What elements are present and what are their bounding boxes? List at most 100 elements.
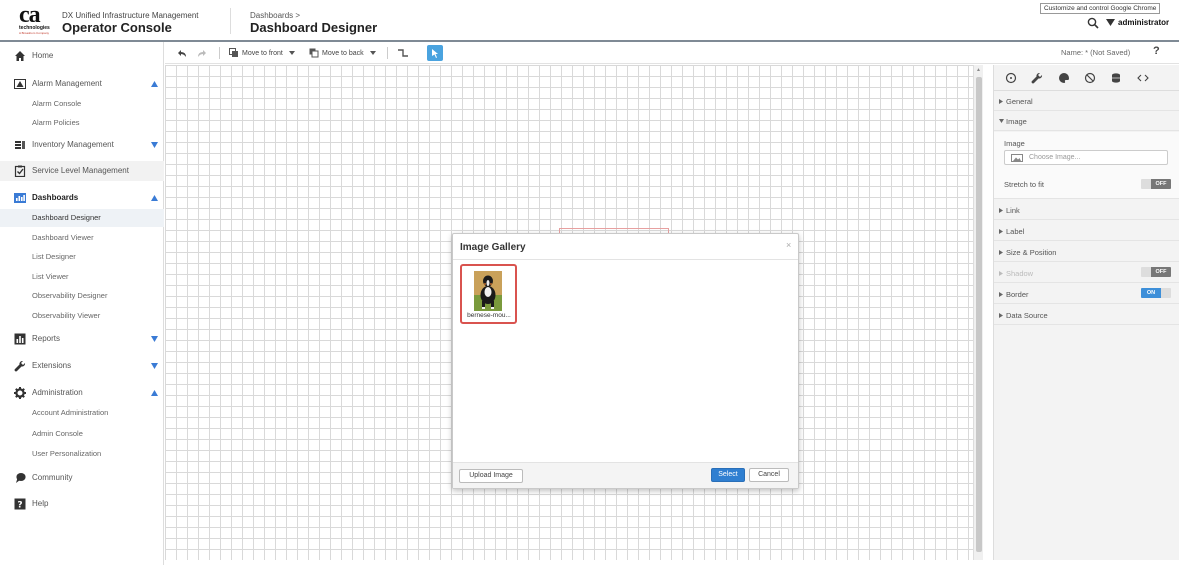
username[interactable]: administrator [1118, 18, 1169, 27]
undo-icon[interactable] [177, 47, 187, 59]
toggle-knob [1141, 267, 1151, 277]
close-icon[interactable]: × [786, 240, 791, 250]
image-gallery-dialog: Image Gallery × bernese-mou... Upload Im… [452, 233, 799, 489]
section-border[interactable]: Border ON [994, 284, 1179, 304]
section-link[interactable]: Link [994, 200, 1179, 220]
image-field-label: Image [1004, 139, 1025, 148]
toolbar-divider [219, 47, 220, 59]
chrome-tooltip: Customize and control Google Chrome [1040, 3, 1161, 14]
dropdown-caret-icon [369, 51, 376, 55]
home-icon [15, 51, 25, 61]
send-back-icon [309, 48, 319, 58]
sidebar-item-label: Service Level Management [32, 166, 129, 175]
sidebar-item-dashboard-designer[interactable]: Dashboard Designer [0, 209, 164, 227]
sidebar-item-service-level-management[interactable]: Service Level Management [0, 161, 164, 181]
sidebar-item-label: Extensions [32, 361, 72, 370]
chevron-right-icon [999, 250, 1003, 255]
stretch-to-fit-label: Stretch to fit [1004, 180, 1045, 189]
tab-wrench-icon[interactable] [1031, 72, 1043, 84]
scrollbar-thumb[interactable] [976, 77, 982, 552]
sidebar-item-label: Help [32, 499, 49, 508]
section-label-settings[interactable]: Label [994, 221, 1179, 241]
sidebar-item-alarm-policies[interactable]: Alarm Policies [0, 114, 164, 132]
shadow-toggle[interactable]: OFF [1141, 267, 1171, 277]
section-size-position[interactable]: Size & Position [994, 242, 1179, 262]
move-to-front-button[interactable]: Move to front [229, 47, 295, 59]
sidebar-item-list-viewer[interactable]: List Viewer [0, 268, 164, 286]
sidebar-item-community[interactable]: Community [0, 468, 164, 488]
section-shadow[interactable]: Shadow OFF [994, 263, 1179, 283]
sidebar-item-inventory-management[interactable]: Inventory Management [0, 135, 164, 155]
sidebar-item-account-administration[interactable]: Account Administration [0, 404, 164, 422]
alarm-icon [14, 79, 26, 89]
properties-tabs [994, 65, 1179, 91]
sidebar-item-extensions[interactable]: Extensions [0, 356, 164, 376]
sidebar-item-observability-designer[interactable]: Observability Designer [0, 287, 164, 305]
connector-icon[interactable] [397, 47, 409, 59]
stretch-to-fit-toggle[interactable]: OFF [1141, 179, 1171, 189]
chevron-up-icon [151, 81, 158, 87]
canvas-scrollbar[interactable]: ▲ [973, 65, 983, 560]
properties-panel: General Image Image Choose Image... Stre… [993, 65, 1179, 560]
clipboard-check-icon [14, 165, 26, 177]
search-icon[interactable] [1087, 17, 1099, 29]
tab-info-icon[interactable] [1005, 72, 1017, 84]
section-data-source[interactable]: Data Source [994, 305, 1179, 325]
wrench-icon [14, 360, 26, 372]
chevron-right-icon [999, 229, 1003, 234]
section-label: General [1006, 97, 1033, 106]
section-image[interactable]: Image [994, 111, 1179, 131]
header-divider [230, 8, 231, 34]
sidebar-item-list-designer[interactable]: List Designer [0, 248, 164, 266]
sidebar-item-administration[interactable]: Administration [0, 383, 164, 403]
user-menu-caret-icon[interactable] [1106, 19, 1115, 26]
help-button[interactable]: ? [1153, 45, 1160, 57]
app-header: ca technologies A Broadcom Company DX Un… [0, 0, 1179, 42]
sidebar-item-label: Observability Viewer [32, 311, 101, 320]
toggle-knob [1141, 179, 1151, 189]
sidebar-item-dashboard-viewer[interactable]: Dashboard Viewer [0, 229, 164, 247]
redo-icon[interactable] [197, 47, 207, 59]
cancel-button[interactable]: Cancel [749, 468, 789, 482]
sidebar-item-home[interactable]: Home [0, 46, 164, 66]
sidebar-item-label: Observability Designer [32, 291, 108, 300]
section-label: Label [1006, 227, 1025, 236]
sidebar-item-alarm-management[interactable]: Alarm Management [0, 74, 164, 94]
tab-code-icon[interactable] [1137, 72, 1149, 84]
upload-image-button[interactable]: Upload Image [459, 469, 523, 483]
ca-logo[interactable]: ca technologies A Broadcom Company [19, 3, 55, 37]
dog-photo-icon [474, 271, 502, 311]
chevron-up-icon [151, 195, 158, 201]
move-to-back-button[interactable]: Move to back [309, 47, 376, 59]
sidebar-item-dashboards[interactable]: Dashboards [0, 188, 164, 208]
tab-palette-icon[interactable] [1058, 72, 1070, 84]
chevron-down-icon [151, 142, 158, 148]
sidebar-item-label: Dashboard Designer [32, 213, 101, 222]
image-file-name: bernese-mou... [467, 312, 511, 319]
section-general[interactable]: General [994, 91, 1179, 111]
dashboard-icon [14, 193, 26, 203]
dialog-footer: Upload Image Select Cancel [453, 462, 798, 488]
breadcrumb[interactable]: Dashboards > [250, 11, 300, 20]
border-toggle[interactable]: ON [1141, 288, 1171, 298]
pointer-tool-button[interactable] [427, 45, 443, 61]
tab-database-icon[interactable] [1110, 72, 1122, 84]
choose-image-input[interactable]: Choose Image... [1004, 150, 1168, 165]
sidebar-item-label: Dashboard Viewer [32, 233, 94, 242]
chevron-right-icon [999, 313, 1003, 318]
tab-clock-icon[interactable] [1084, 72, 1096, 84]
sidebar-item-admin-console[interactable]: Admin Console [0, 425, 164, 443]
sidebar-item-observability-viewer[interactable]: Observability Viewer [0, 307, 164, 325]
sidebar-item-label: User Personalization [32, 449, 102, 458]
reports-icon [14, 333, 26, 345]
chevron-right-icon [999, 208, 1003, 213]
gallery-image-thumbnail[interactable]: bernese-mou... [460, 264, 517, 324]
sidebar-item-alarm-console[interactable]: Alarm Console [0, 95, 164, 113]
sidebar-item-help[interactable]: ? Help [0, 494, 164, 514]
sidebar-item-user-personalization[interactable]: User Personalization [0, 445, 164, 463]
sidebar-item-reports[interactable]: Reports [0, 329, 164, 349]
dashboard-name-label[interactable]: Name: * (Not Saved) [1061, 48, 1130, 57]
scroll-up-icon[interactable]: ▲ [976, 67, 981, 73]
toggle-state: OFF [1151, 179, 1171, 189]
select-button[interactable]: Select [711, 468, 745, 482]
